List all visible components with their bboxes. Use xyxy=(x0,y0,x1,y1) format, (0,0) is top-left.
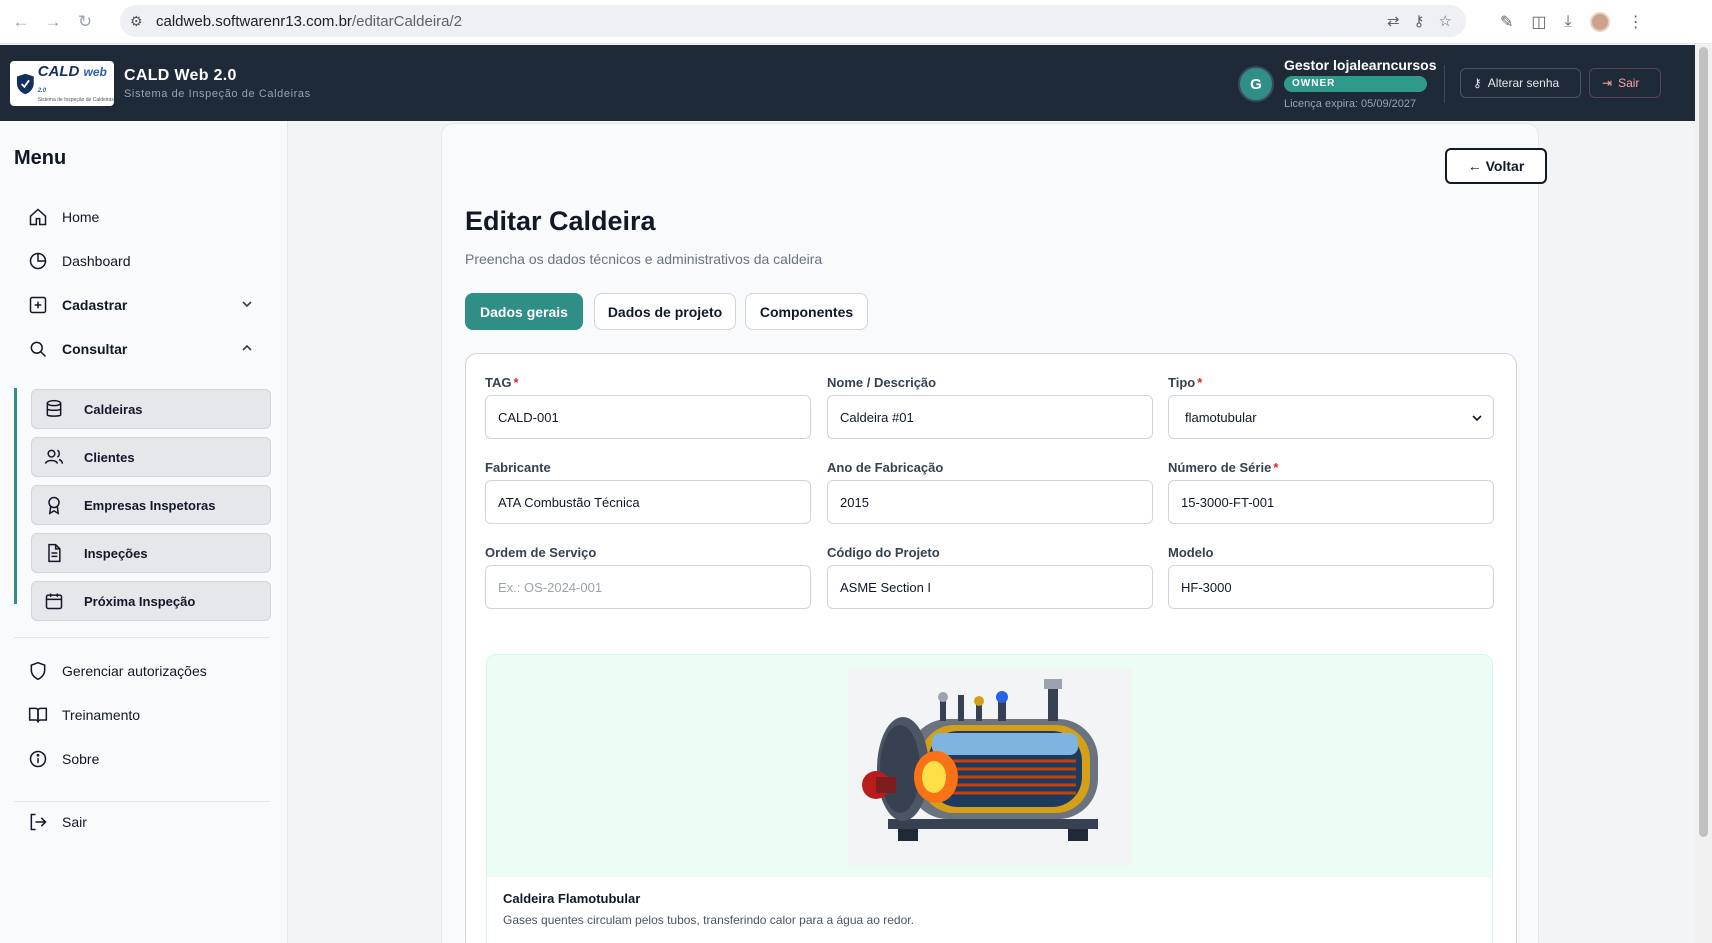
more-menu-icon[interactable]: ⋮ xyxy=(1628,12,1644,32)
sidebar-item-sair[interactable]: Sair xyxy=(28,806,268,838)
page-title: Editar Caldeira xyxy=(465,206,656,236)
tab-dados-gerais[interactable]: Dados gerais xyxy=(465,293,583,330)
back-button[interactable]: ← Voltar xyxy=(1445,148,1547,184)
serie-label: Número de Série * xyxy=(1168,460,1279,475)
key-icon[interactable]: ⚷ xyxy=(1414,12,1425,30)
users-icon xyxy=(44,449,64,464)
edit-card: ← Voltar Editar Caldeira Preencha os dad… xyxy=(441,123,1547,943)
modelo-input[interactable]: HF-3000 xyxy=(1168,565,1494,609)
descricao-input[interactable]: Caldeira #01 xyxy=(827,395,1153,439)
extensions-icon[interactable]: ◫ xyxy=(1531,12,1546,32)
ano-input[interactable]: 2015 xyxy=(827,480,1153,524)
chevron-down-icon xyxy=(242,301,252,308)
address-bar[interactable]: ⚙ caldweb.softwarenr13.com.br/editarCald… xyxy=(120,5,1466,37)
info-icon xyxy=(29,750,47,768)
sidebar-item-consultar[interactable]: Consultar xyxy=(28,333,268,365)
role-badge: OWNER xyxy=(1284,76,1427,92)
page-subtitle: Preencha os dados técnicos e administrat… xyxy=(465,251,823,267)
boiler-type-description: Gases quentes circulam pelos tubos, tran… xyxy=(503,913,914,927)
download-icon[interactable]: ⤓ xyxy=(1565,13,1572,31)
sidebar-divider xyxy=(14,801,270,802)
page-scrollbar[interactable] xyxy=(1695,45,1712,943)
award-icon xyxy=(48,496,60,515)
fabricante-label: Fabricante xyxy=(485,460,551,475)
sidebar-item-proxima-inspecao[interactable]: Próxima Inspeção xyxy=(31,581,271,621)
modelo-label: Modelo xyxy=(1168,545,1214,560)
book-icon xyxy=(28,707,48,723)
site-settings-icon[interactable]: ⚙ xyxy=(130,13,150,30)
app-header: CALD web 2.0 Sistema de Inspeção de Cald… xyxy=(0,45,1695,121)
search-icon xyxy=(30,341,47,358)
star-icon[interactable]: ☆ xyxy=(1439,12,1452,30)
fabricante-input[interactable]: ATA Combustão Técnica xyxy=(485,480,811,524)
main-content: ← Voltar Editar Caldeira Preencha os dad… xyxy=(289,121,1695,943)
ordem-label: Ordem de Serviço xyxy=(485,545,597,560)
submenu-rail xyxy=(14,388,17,604)
forward-arrow-icon[interactable]: → xyxy=(42,11,64,33)
app-logo[interactable]: CALD web 2.0 Sistema de Inspeção de Cald… xyxy=(10,61,114,106)
sidebar-item-cadastrar[interactable]: Cadastrar xyxy=(28,289,268,321)
tab-dados-projeto[interactable]: Dados de projeto xyxy=(594,293,736,330)
boiler-type-card: Caldeira Flamotubular Gases quentes circ… xyxy=(486,654,1493,943)
sidebar-item-autorizacoes[interactable]: Gerenciar autorizações xyxy=(28,655,268,687)
license-expiry: Licença expira: 05/09/2027 xyxy=(1284,98,1417,110)
key-icon: ⚷ xyxy=(1473,76,1482,90)
translate-icon[interactable]: ⇄ xyxy=(1387,12,1400,30)
boiler-image-area xyxy=(487,655,1492,877)
reload-icon[interactable]: ↻ xyxy=(74,11,96,33)
chevron-up-icon xyxy=(242,344,252,351)
pie-chart-icon xyxy=(29,252,47,270)
codigo-label: Código do Projeto xyxy=(827,545,940,560)
sidebar-item-home[interactable]: Home xyxy=(28,201,268,233)
file-text-icon xyxy=(48,543,61,563)
menu-title: Menu xyxy=(14,147,67,169)
ano-label: Ano de Fabricação xyxy=(827,460,944,475)
sidebar-item-sobre[interactable]: Sobre xyxy=(28,743,268,775)
app-subtitle: Sistema de Inspeção de Caldeiras xyxy=(124,88,311,100)
calendar-icon xyxy=(45,593,63,610)
sidebar-item-inspecoes[interactable]: Inspeções xyxy=(31,533,271,573)
back-arrow-icon[interactable]: ← xyxy=(10,11,32,33)
boiler-type-name: Caldeira Flamotubular xyxy=(503,891,641,906)
sidebar-item-clientes[interactable]: Clientes xyxy=(31,437,271,477)
user-avatar: G xyxy=(1238,66,1274,102)
app-title: CALD Web 2.0 xyxy=(124,67,237,84)
serie-input[interactable]: 15-3000-FT-001 xyxy=(1168,480,1494,524)
header-divider xyxy=(1444,65,1445,103)
pen-icon[interactable]: ✎ xyxy=(1500,12,1513,32)
logout-icon: ⇥ xyxy=(1602,76,1613,90)
logout-icon xyxy=(30,813,47,831)
home-icon xyxy=(29,208,47,226)
scrollbar-thumb[interactable] xyxy=(1699,47,1708,837)
ordem-input[interactable]: Ex.: OS-2024-001 xyxy=(485,565,811,609)
boiler-illustration xyxy=(848,669,1132,865)
form-panel: TAG * CALD-001 Nome / Descrição Caldeira … xyxy=(465,353,1517,943)
user-name: Gestor lojalearncursos xyxy=(1284,57,1437,73)
chevron-down-icon xyxy=(1472,415,1482,422)
change-password-button[interactable]: ⚷ Alterar senha xyxy=(1460,68,1581,98)
tipo-select[interactable]: flamotubular xyxy=(1168,395,1494,439)
shield-icon xyxy=(30,661,46,681)
database-icon xyxy=(46,399,62,417)
sidebar-item-dashboard[interactable]: Dashboard xyxy=(28,245,268,277)
sidebar-item-empresas-inspetoras[interactable]: Empresas Inspetoras xyxy=(31,485,271,525)
sidebar-item-caldeiras[interactable]: Caldeiras xyxy=(31,389,271,429)
descricao-label: Nome / Descrição xyxy=(827,375,937,390)
sidebar-item-treinamento[interactable]: Treinamento xyxy=(28,699,268,731)
plus-square-icon xyxy=(29,296,47,314)
shield-logo-icon xyxy=(16,73,34,94)
sidebar-divider xyxy=(14,637,270,638)
tag-label: TAG * xyxy=(485,375,519,390)
logout-button[interactable]: ⇥ Sair xyxy=(1589,68,1661,98)
url-text: caldweb.softwarenr13.com.br/editarCaldei… xyxy=(156,12,462,30)
sidebar: Menu Home Dashboard Cadastrar Consultar … xyxy=(0,121,288,943)
browser-toolbar: ← → ↻ ⚙ caldweb.softwarenr13.com.br/edit… xyxy=(0,0,1712,44)
tab-componentes[interactable]: Componentes xyxy=(745,293,868,330)
tag-input[interactable]: CALD-001 xyxy=(485,395,811,439)
codigo-input[interactable]: ASME Section I xyxy=(827,565,1153,609)
tipo-label: Tipo * xyxy=(1168,375,1203,390)
profile-avatar[interactable] xyxy=(1589,12,1610,32)
